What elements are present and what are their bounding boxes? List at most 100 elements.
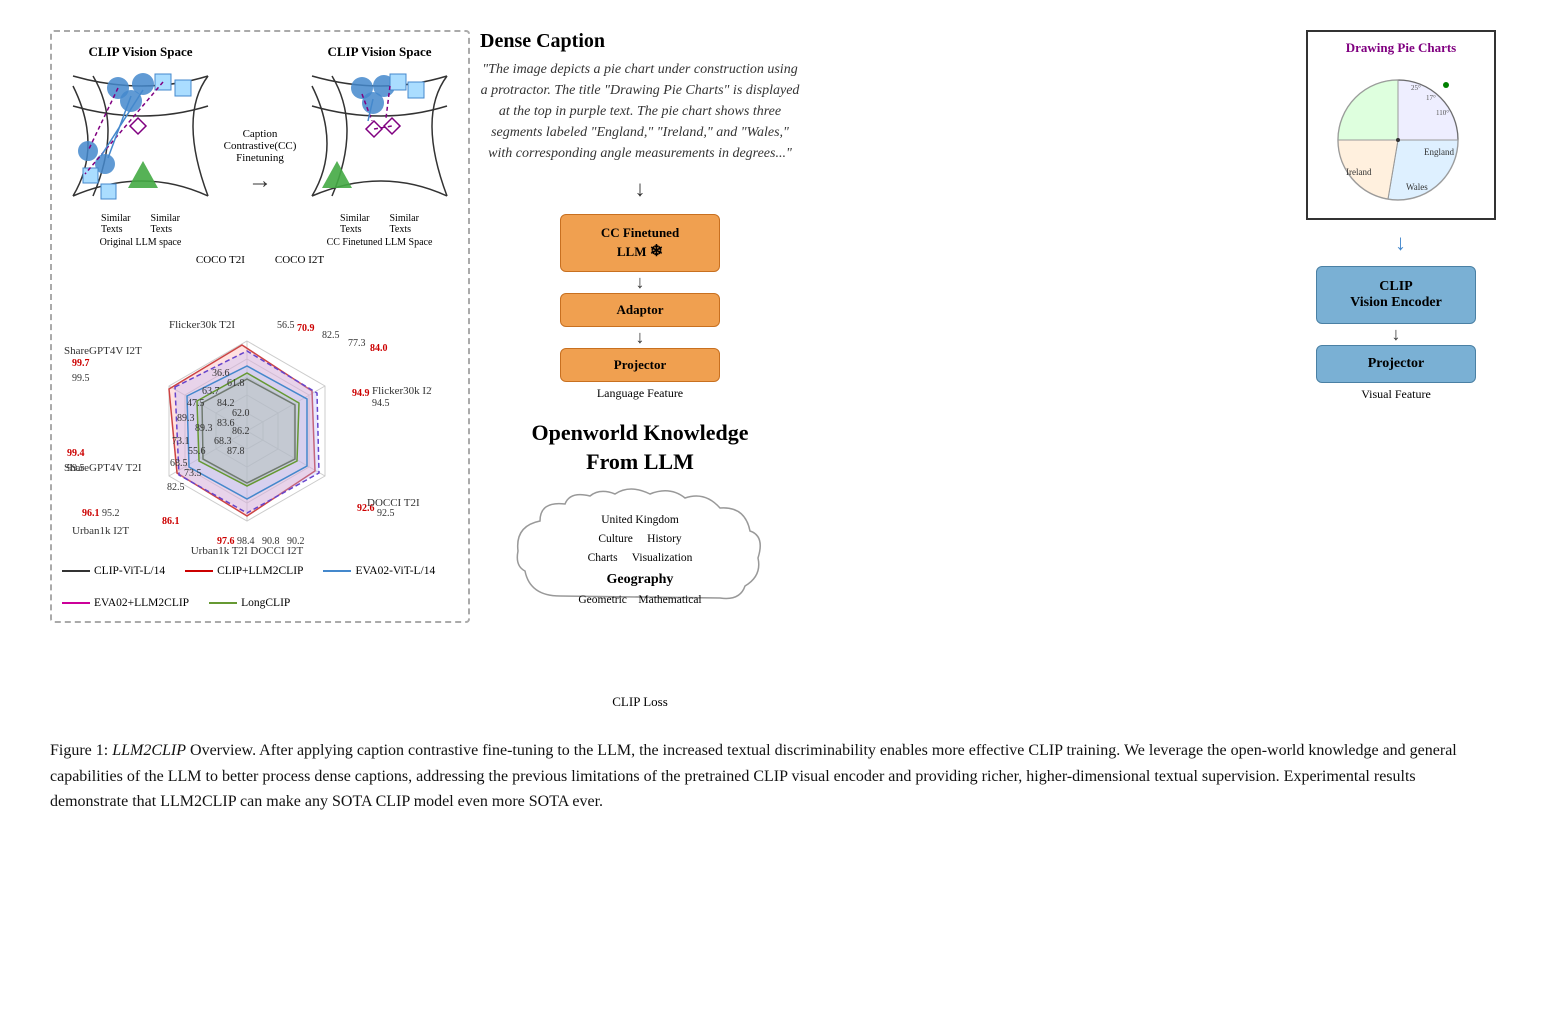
svg-text:56.5: 56.5 <box>277 320 295 331</box>
svg-text:47.5: 47.5 <box>187 398 205 409</box>
svg-text:Flicker30k I2T: Flicker30k I2T <box>372 385 432 397</box>
legend-label-eva02-llm: EVA02+LLM2CLIP <box>94 597 189 609</box>
svg-text:61.8: 61.8 <box>227 378 245 389</box>
arrow-middle: CaptionContrastive(CC)Finetuning → <box>220 98 300 195</box>
pie-chart-area: Drawing Pie Charts <box>810 30 1496 220</box>
legend-label-clip: CLIP-ViT-L/14 <box>94 565 165 577</box>
legend-line-eva02-llm <box>62 602 90 604</box>
svg-text:96.1: 96.1 <box>82 508 100 519</box>
similar-texts-label-3: SimilarTexts <box>340 213 369 235</box>
cloud-geography: Geography <box>607 568 674 591</box>
right-arrow-icon: → <box>248 168 272 195</box>
dense-caption-text: "The image depicts a pie chart under con… <box>480 59 800 164</box>
legend-label-clip-llm: CLIP+LLM2CLIP <box>217 565 303 577</box>
svg-text:82.5: 82.5 <box>322 330 340 341</box>
svg-text:25°: 25° <box>1411 84 1421 92</box>
dense-caption-section: Dense Caption "The image depicts a pie c… <box>480 30 800 164</box>
svg-text:Ireland: Ireland <box>1346 167 1372 177</box>
legend-label-eva02: EVA02-ViT-L/14 <box>355 565 435 577</box>
svg-text:89.3: 89.3 <box>177 413 195 424</box>
arrow-from-pie: ↓ <box>810 230 1496 256</box>
svg-text:95.2: 95.2 <box>102 508 120 519</box>
cloud-content: United Kingdom Culture History Charts Vi… <box>510 494 770 626</box>
original-llm-label: Original LLM space <box>100 237 182 248</box>
clip-space-left-diagram <box>63 66 218 211</box>
knowledge-title: Openworld KnowledgeFrom LLM <box>532 419 749 476</box>
similar-texts-label-4: SimilarTexts <box>390 213 419 235</box>
cloud-culture-history: Culture History <box>598 530 681 549</box>
svg-text:73.1: 73.1 <box>172 436 190 447</box>
svg-text:92.5: 92.5 <box>377 508 395 519</box>
radar-chart: 70.9 56.5 82.5 77.3 84.0 94.9 94.5 99.7 … <box>62 276 432 556</box>
svg-text:DOCCI T2I: DOCCI T2I <box>367 497 420 509</box>
knowledge-cloud: United Kingdom Culture History Charts Vi… <box>510 486 770 626</box>
clip-space-right-title: CLIP Vision Space <box>327 44 431 60</box>
svg-text:England: England <box>1424 147 1454 157</box>
cloud-geo-math: Geometric Mathematical <box>578 591 701 610</box>
coco-i2t: COCO I2T <box>275 254 324 266</box>
figure-container: CLIP Vision Space <box>50 30 1496 815</box>
space-right-labels: SimilarTexts SimilarTexts <box>340 213 419 235</box>
svg-text:86.1: 86.1 <box>162 516 180 527</box>
pie-chart-svg: 25° 17° 110° England Ireland Wales <box>1316 60 1481 205</box>
svg-text:89.3: 89.3 <box>195 423 213 434</box>
svg-text:55.6: 55.6 <box>188 446 206 457</box>
clip-vision-encoder-box: CLIPVision Encoder <box>1316 266 1476 324</box>
svg-text:94.9: 94.9 <box>352 388 370 399</box>
visual-feature-label: Visual Feature <box>1316 387 1476 402</box>
svg-text:70.9: 70.9 <box>297 323 315 334</box>
caption-prefix: Figure 1: <box>50 742 112 759</box>
legend-line-clip-llm <box>185 570 213 572</box>
arrow-caption: CaptionContrastive(CC)Finetuning <box>224 128 297 164</box>
svg-text:ShareGPT4V T2I: ShareGPT4V T2I <box>64 462 142 474</box>
flow-arrow-2: ↓ <box>636 327 645 348</box>
middle-panel: Dense Caption "The image depicts a pie c… <box>480 30 800 710</box>
legend-label-longclip: LongCLIP <box>241 597 290 609</box>
left-panel: CLIP Vision Space <box>50 30 470 623</box>
space-left-labels: SimilarTexts SimilarTexts <box>101 213 180 235</box>
clip-encoder-flow: CLIPVision Encoder ↓ Projector Visual Fe… <box>810 266 1496 402</box>
svg-text:Wales: Wales <box>1406 182 1428 192</box>
coco-t2i: COCO T2I <box>196 254 245 266</box>
clip-space-left-title: CLIP Vision Space <box>88 44 192 60</box>
pie-chart-title: Drawing Pie Charts <box>1316 40 1486 56</box>
legend-eva02: EVA02-ViT-L/14 <box>323 565 435 577</box>
legend-line-clip <box>62 570 90 572</box>
clip-space-left: CLIP Vision Space <box>63 44 218 248</box>
projector-box: Projector <box>560 348 720 382</box>
coco-labels: COCO T2I COCO I2T <box>62 254 458 266</box>
svg-text:87.8: 87.8 <box>227 446 245 457</box>
clip-space-right: CLIP Vision Space <box>302 44 457 248</box>
svg-text:82.5: 82.5 <box>167 482 185 493</box>
legend-longclip: LongCLIP <box>209 597 290 609</box>
down-arrow-pie: ↓ <box>1395 230 1406 256</box>
svg-text:99.5: 99.5 <box>72 373 90 384</box>
svg-text:73.5: 73.5 <box>184 468 202 479</box>
cloud-charts-viz: Charts Visualization <box>588 549 693 568</box>
svg-text:99.7: 99.7 <box>72 358 90 369</box>
flow-arrow-3: ↓ <box>1316 324 1476 345</box>
figure-caption: Figure 1: LLM2CLIP Overview. After apply… <box>50 738 1496 815</box>
svg-text:Urban1k I2T: Urban1k I2T <box>72 525 129 537</box>
svg-text:77.3: 77.3 <box>348 338 366 349</box>
clip-loss-label: CLIP Loss <box>480 694 800 710</box>
legend-line-longclip <box>209 602 237 604</box>
figure-top: CLIP Vision Space <box>50 30 1496 710</box>
svg-text:62.0: 62.0 <box>232 408 250 419</box>
caption-body: Overview. After applying caption contras… <box>50 742 1457 810</box>
svg-text:84.0: 84.0 <box>370 343 388 354</box>
legend-eva02-llm2clip: EVA02+LLM2CLIP <box>62 597 189 609</box>
svg-text:17°: 17° <box>1426 94 1436 102</box>
adaptor-box: Adaptor <box>560 293 720 327</box>
svg-text:94.5: 94.5 <box>372 398 390 409</box>
svg-text:99.4: 99.4 <box>67 448 85 459</box>
right-panel: Drawing Pie Charts <box>810 30 1496 402</box>
dense-caption-title: Dense Caption <box>480 30 800 53</box>
cc-finetuned-llm-box: CC FinetunedLLM ❄ <box>560 214 720 272</box>
legend-clip-vitl14: CLIP-ViT-L/14 <box>62 565 165 577</box>
similar-texts-label-1: SimilarTexts <box>101 213 130 235</box>
svg-text:63.7: 63.7 <box>202 386 220 397</box>
clip-spaces: CLIP Vision Space <box>62 44 458 248</box>
flow-column: CC FinetunedLLM ❄ ↓ Adaptor ↓ Projector … <box>480 214 800 401</box>
cc-finetuned-label: CC Finetuned LLM Space <box>327 237 433 248</box>
